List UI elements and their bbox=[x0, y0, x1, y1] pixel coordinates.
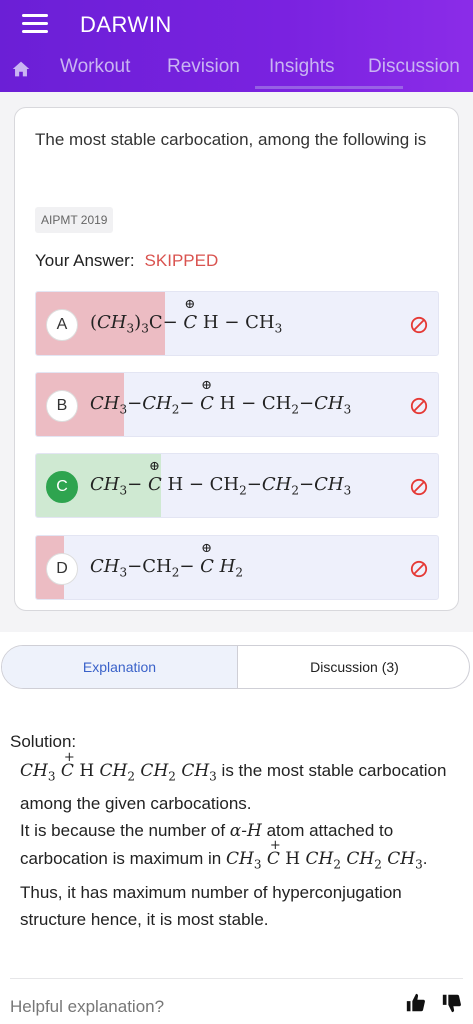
option-a-formula: (CH3)3C− C H − CH3 bbox=[90, 297, 282, 336]
thumbs-down-icon[interactable] bbox=[441, 992, 463, 1014]
solution-formula-2: CH3 C H CH2 CH2 CH3 bbox=[226, 832, 423, 871]
option-a-letter: A bbox=[46, 309, 78, 341]
hamburger-menu-icon[interactable] bbox=[22, 14, 48, 36]
solution-formula: CH3 C H CH2 CH2 CH3 bbox=[20, 744, 217, 783]
home-icon[interactable] bbox=[10, 58, 32, 80]
option-c[interactable]: C CH3− C H − CH2−CH2−CH3 bbox=[35, 453, 439, 518]
option-b[interactable]: B CH3−CH2− C H − CH2−CH3 bbox=[35, 372, 439, 437]
tab-revision[interactable]: Revision bbox=[167, 56, 240, 78]
alpha-h: α-H bbox=[229, 821, 262, 842]
explanation-tab[interactable]: Explanation bbox=[2, 646, 238, 688]
option-c-formula: CH3− C H − CH2−CH2−CH3 bbox=[90, 459, 351, 498]
solution-text-2: It is because the number of bbox=[20, 821, 230, 841]
option-b-formula: CH3−CH2− C H − CH2−CH3 bbox=[90, 378, 351, 417]
thumbs-up-icon[interactable] bbox=[405, 992, 427, 1014]
question-card: The most stable carbocation, among the f… bbox=[14, 107, 459, 611]
solution-text: CH3 C H CH2 CH2 CH3 is the most stable c… bbox=[20, 744, 460, 933]
ban-icon bbox=[410, 478, 428, 496]
tab-workout[interactable]: Workout bbox=[60, 56, 130, 78]
ban-icon bbox=[410, 316, 428, 334]
your-answer: Your Answer: SKIPPED bbox=[35, 251, 218, 271]
option-a[interactable]: A (CH3)3C− C H − CH3 bbox=[35, 291, 439, 356]
answer-label: Your Answer: bbox=[35, 251, 135, 270]
tab-discussion[interactable]: Discussion bbox=[368, 56, 460, 78]
ban-icon bbox=[410, 397, 428, 415]
explanation-discussion-toggle: Explanation Discussion (3) bbox=[1, 645, 470, 689]
app-title: DARWIN bbox=[80, 12, 172, 37]
app-header: DARWIN Workout Revision Insights Discuss… bbox=[0, 0, 473, 92]
tab-scroll-indicator bbox=[255, 86, 403, 89]
tab-insights[interactable]: Insights bbox=[269, 56, 334, 78]
exam-tag: AIPMT 2019 bbox=[35, 207, 114, 233]
tab-bar: Workout Revision Insights Discussion bbox=[0, 52, 473, 86]
option-b-letter: B bbox=[46, 390, 78, 422]
option-d[interactable]: D CH3−CH2− C H2 bbox=[35, 535, 439, 600]
helpful-label: Helpful explanation? bbox=[10, 997, 165, 1016]
option-d-letter: D bbox=[46, 553, 78, 585]
option-c-letter: C bbox=[46, 471, 78, 503]
ban-icon bbox=[410, 560, 428, 578]
divider bbox=[10, 978, 463, 979]
question-text: The most stable carbocation, among the f… bbox=[35, 130, 427, 149]
discussion-tab[interactable]: Discussion (3) bbox=[238, 646, 469, 688]
option-d-formula: CH3−CH2− C H2 bbox=[90, 541, 243, 580]
answer-status: SKIPPED bbox=[144, 251, 219, 270]
